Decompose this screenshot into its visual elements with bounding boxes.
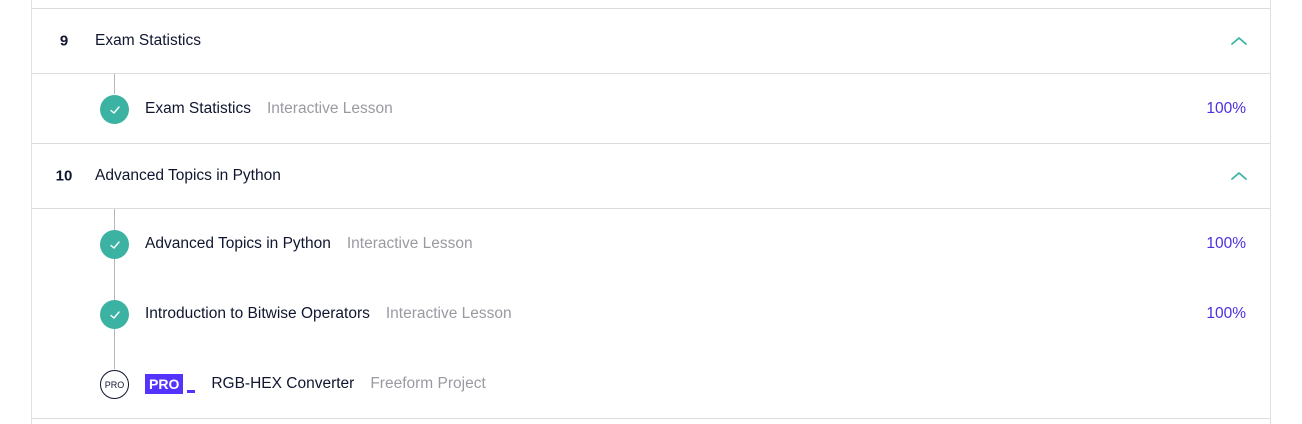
module-number: 9 <box>59 32 69 50</box>
pro-lock-icon: PRO <box>100 370 129 399</box>
module-title: Advanced Topics in Python <box>95 167 281 184</box>
lesson-type: Freeform Project <box>370 375 486 392</box>
lesson-item[interactable]: Advanced Topics in Python Interactive Le… <box>32 209 1270 279</box>
lesson-item-pro[interactable]: PRO PRO RGB-HEX Converter Freeform Proje… <box>32 349 1270 419</box>
lesson-type: Interactive Lesson <box>385 305 512 322</box>
progress-percent: 100% <box>1206 100 1246 117</box>
module-header-9[interactable]: 9 Exam Statistics <box>32 9 1270 73</box>
pro-cursor-mark <box>187 390 196 393</box>
lesson-title: Advanced Topics in Python <box>145 235 331 252</box>
check-icon <box>100 230 129 259</box>
lesson-title: Exam Statistics <box>145 100 251 117</box>
divider <box>32 418 1270 419</box>
module-header-10[interactable]: 10 Advanced Topics in Python <box>32 144 1270 208</box>
syllabus-panel: 9 Exam Statistics Exam Statistics Intera… <box>31 0 1271 424</box>
progress-percent: 100% <box>1206 235 1246 252</box>
lesson-item[interactable]: Introduction to Bitwise Operators Intera… <box>32 279 1270 349</box>
module-title: Exam Statistics <box>95 32 201 49</box>
chevron-up-icon[interactable] <box>1230 32 1248 50</box>
check-icon <box>100 95 129 124</box>
progress-percent: 100% <box>1206 305 1246 322</box>
chevron-up-icon[interactable] <box>1230 167 1248 185</box>
lesson-type: Interactive Lesson <box>346 235 473 252</box>
module-number: 10 <box>55 167 73 185</box>
check-icon <box>100 300 129 329</box>
pro-badge: PRO <box>145 374 196 394</box>
lesson-type: Interactive Lesson <box>266 100 393 117</box>
lesson-title: Introduction to Bitwise Operators <box>145 305 370 322</box>
lesson-item[interactable]: Exam Statistics Interactive Lesson 100% <box>32 74 1270 144</box>
lesson-title: RGB-HEX Converter <box>211 375 355 392</box>
pro-badge-label: PRO <box>145 374 184 394</box>
